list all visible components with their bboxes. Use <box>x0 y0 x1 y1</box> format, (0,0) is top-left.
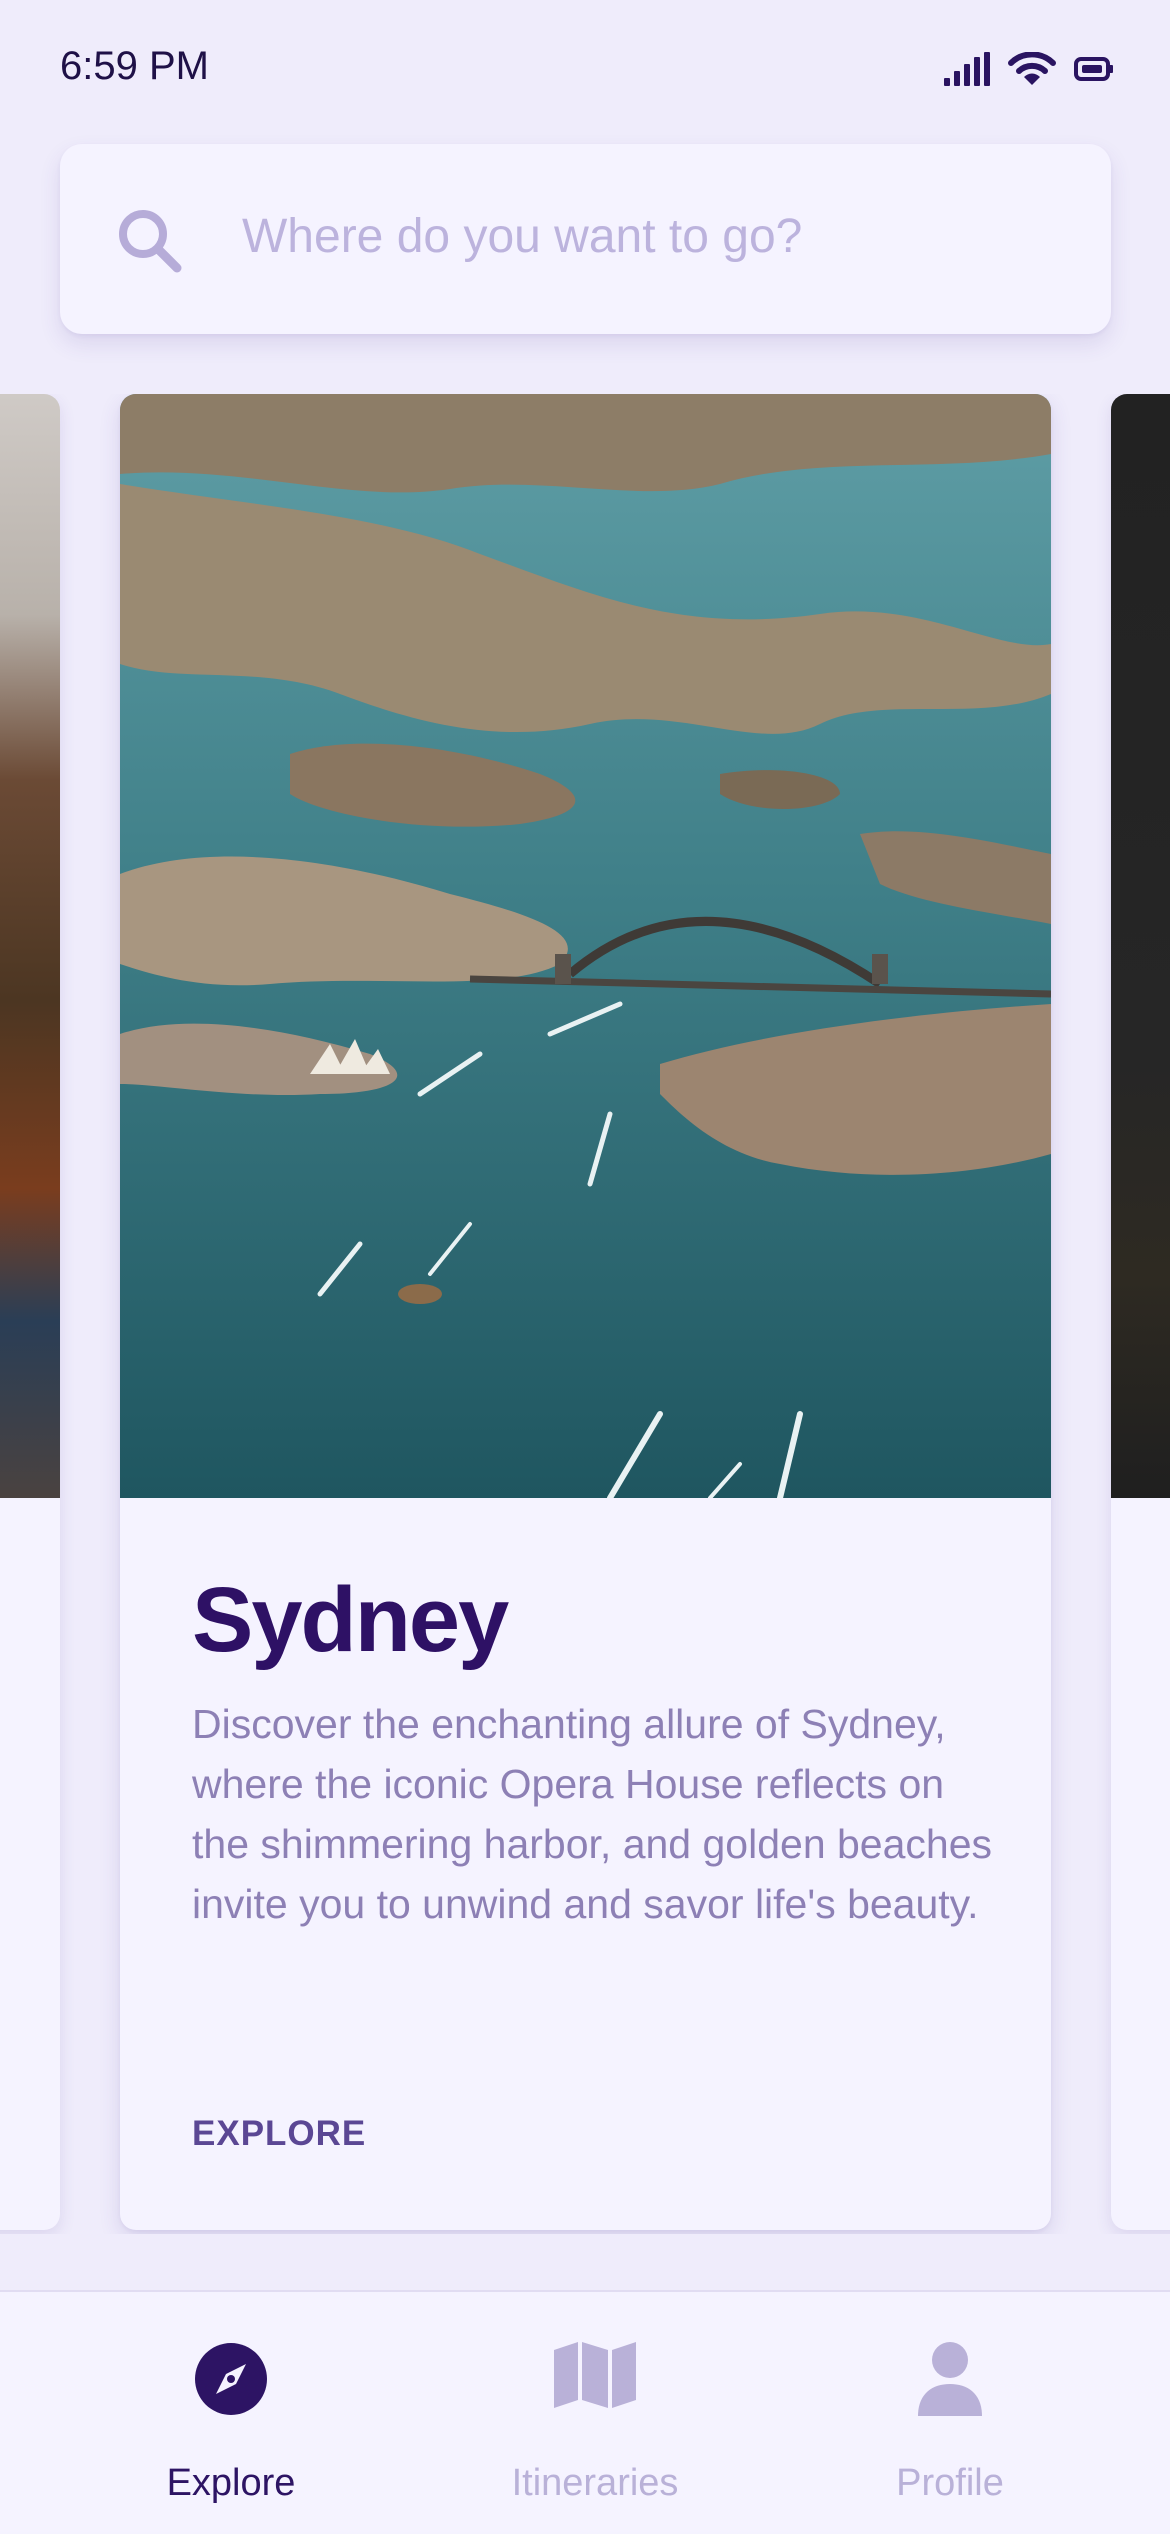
bottom-navigation: Explore Itineraries Profile <box>0 2290 1170 2534</box>
status-bar: 6:59 PM <box>0 0 1170 140</box>
destination-description: Discover the enchanting allure of Sydney… <box>192 1701 993 1927</box>
explore-button[interactable]: EXPLORE <box>192 2114 366 2154</box>
destination-title: Sydney <box>192 1569 509 1671</box>
destination-carousel[interactable]: Sydney Discover the enchanting allure of… <box>0 394 1170 2234</box>
nav-item-itineraries[interactable]: Itineraries <box>445 2292 745 2534</box>
nav-label-explore: Explore <box>166 2462 296 2504</box>
wifi-icon <box>1008 52 1056 85</box>
nav-item-explore[interactable]: Explore <box>81 2292 381 2534</box>
status-icons <box>944 52 1114 86</box>
previous-destination-photo <box>0 394 60 1498</box>
cellular-signal-icon <box>944 52 990 86</box>
battery-icon <box>1074 57 1113 81</box>
nav-label-itineraries: Itineraries <box>511 2462 679 2504</box>
next-destination-card[interactable] <box>1111 394 1170 2230</box>
nav-label-profile: Profile <box>896 2462 1004 2504</box>
next-destination-photo <box>1111 394 1170 1498</box>
status-time: 6:59 PM <box>60 44 209 88</box>
person-icon <box>918 2342 982 2416</box>
search-input[interactable] <box>242 196 1062 276</box>
destination-photo <box>120 394 1051 1498</box>
nav-item-profile[interactable]: Profile <box>800 2292 1100 2534</box>
compass-icon <box>195 2343 267 2415</box>
map-icon <box>554 2342 636 2408</box>
destination-card[interactable]: Sydney Discover the enchanting allure of… <box>120 394 1051 2230</box>
search-icon[interactable] <box>117 208 183 274</box>
previous-destination-card[interactable] <box>0 394 60 2230</box>
